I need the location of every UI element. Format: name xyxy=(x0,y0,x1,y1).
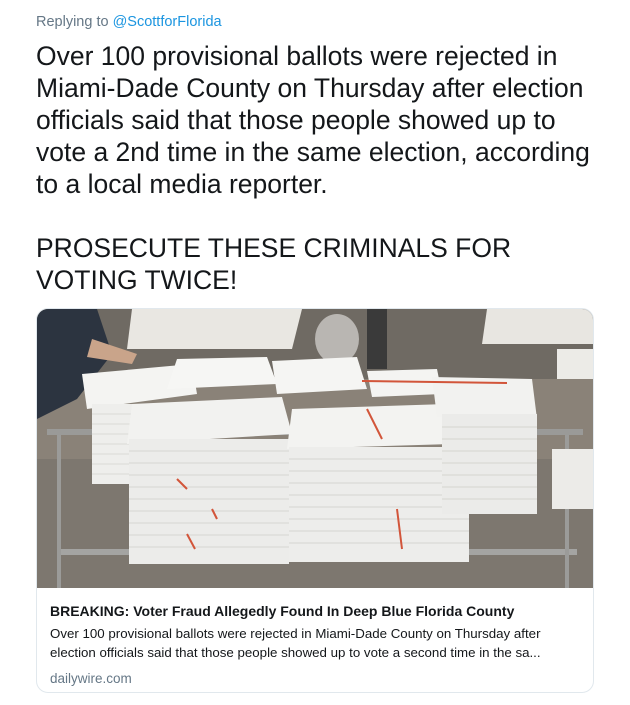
card-title[interactable]: BREAKING: Voter Fraud Allegedly Found In… xyxy=(50,602,580,620)
tweet-paragraph-2: PROSECUTE THESE CRIMINALS FOR VOTING TWI… xyxy=(36,233,512,295)
reply-handle-link[interactable]: @ScottforFlorida xyxy=(113,14,222,30)
card-body[interactable]: BREAKING: Voter Fraud Allegedly Found In… xyxy=(37,588,593,686)
card-image[interactable] xyxy=(37,309,593,588)
tweet-paragraph-1: Over 100 provisional ballots were reject… xyxy=(36,41,590,199)
replying-to-line: Replying to @ScottforFlorida xyxy=(36,14,222,30)
card-description: Over 100 provisional ballots were reject… xyxy=(50,626,541,660)
tweet-text: Over 100 provisional ballots were reject… xyxy=(36,40,606,296)
replying-to-label: Replying to xyxy=(36,14,109,30)
link-preview-card[interactable]: BREAKING: Voter Fraud Allegedly Found In… xyxy=(36,308,594,693)
card-domain: dailywire.com xyxy=(50,671,132,686)
